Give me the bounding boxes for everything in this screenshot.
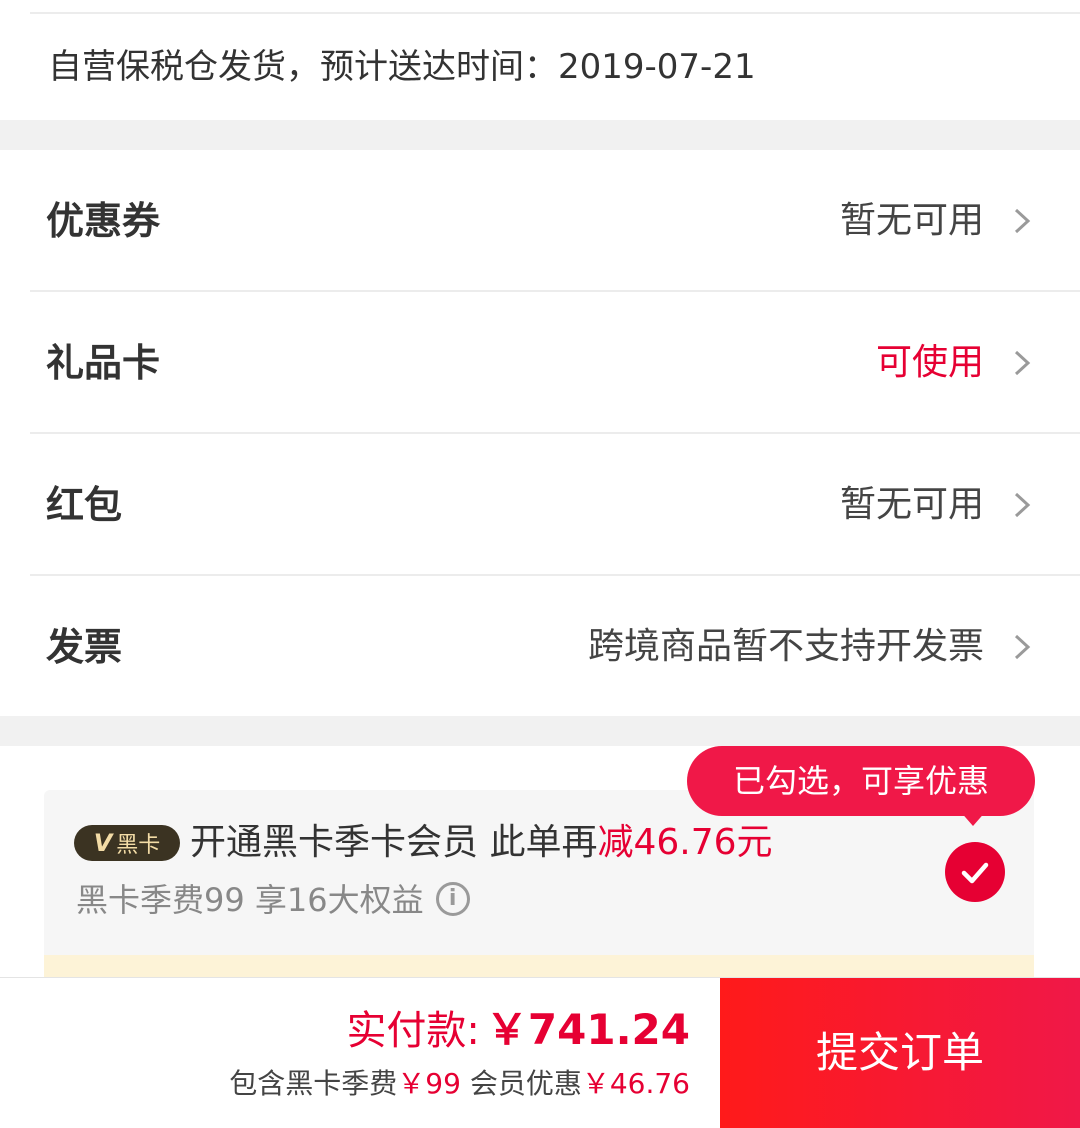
coupon-row[interactable]: 优惠券 暂无可用 xyxy=(0,150,1080,292)
total-payment: 实付款: ￥741.24 xyxy=(346,1002,690,1067)
chevron-right-icon xyxy=(1014,634,1031,660)
check-icon xyxy=(961,862,989,884)
shipping-info: 自营保税仓发货，预计送达时间：2019-07-21 xyxy=(48,47,756,87)
info-icon[interactable]: i xyxy=(435,882,470,916)
submit-order-button[interactable]: 提交订单 xyxy=(720,978,1080,1128)
gift-card-value: 可使用 xyxy=(875,342,984,383)
chevron-right-icon xyxy=(1014,350,1031,376)
chevron-right-icon xyxy=(1014,492,1031,518)
detail-fee: ￥99 xyxy=(397,1067,461,1100)
black-card-badge: V 黑卡 xyxy=(74,825,180,861)
pay-label: 实付款: xyxy=(346,1008,480,1054)
checkout-bar: 实付款: ￥741.24 包含黑卡季费￥99 会员优惠￥46.76 提交订单 xyxy=(0,977,1080,1128)
detail-middle: 会员优惠 xyxy=(460,1067,582,1100)
checkbox-checked[interactable] xyxy=(945,842,1005,902)
v-icon: V xyxy=(93,829,113,857)
badge-label: 黑卡 xyxy=(116,833,161,858)
chevron-right-icon xyxy=(1014,208,1031,234)
offer-discount: 减46.76元 xyxy=(597,822,773,863)
tooltip-tail xyxy=(959,810,987,826)
payment-detail: 包含黑卡季费￥99 会员优惠￥46.76 xyxy=(229,1064,690,1104)
selected-tooltip: 已勾选，可享优惠 xyxy=(687,746,1035,826)
offer-subtitle-text: 黑卡季费99 享16大权益 xyxy=(76,881,424,919)
black-card-offer[interactable]: V 黑卡 开通黑卡季卡会员 此单再减46.76元 黑卡季费99 享16大权益 i xyxy=(44,790,1034,990)
detail-prefix: 包含黑卡季费 xyxy=(229,1067,398,1100)
offer-title: 开通黑卡季卡会员 此单再减46.76元 xyxy=(190,820,773,866)
divider xyxy=(30,12,1080,14)
tooltip-text: 已勾选，可享优惠 xyxy=(732,762,989,800)
offer-subtitle: 黑卡季费99 享16大权益 i xyxy=(76,878,470,922)
red-packet-value: 暂无可用 xyxy=(839,484,984,525)
red-packet-label: 红包 xyxy=(46,483,123,527)
coupon-value: 暂无可用 xyxy=(839,200,984,241)
coupon-label: 优惠券 xyxy=(46,199,161,243)
detail-discount: ￥46.76 xyxy=(581,1067,690,1100)
invoice-label: 发票 xyxy=(46,625,123,669)
shipping-section: 自营保税仓发货，预计送达时间：2019-07-21 xyxy=(0,0,1080,120)
pay-amount: ￥741.24 xyxy=(485,1005,690,1054)
red-packet-row[interactable]: 红包 暂无可用 xyxy=(0,434,1080,576)
offer-title-main: 开通黑卡季卡会员 此单再 xyxy=(190,822,598,863)
order-options-list: 优惠券 暂无可用 礼品卡 可使用 红包 暂无可用 发票 跨境商品暂不支持开发票 xyxy=(0,150,1080,716)
invoice-value: 跨境商品暂不支持开发票 xyxy=(587,626,984,667)
gift-card-label: 礼品卡 xyxy=(46,341,161,385)
gift-card-row[interactable]: 礼品卡 可使用 xyxy=(0,292,1080,434)
invoice-row[interactable]: 发票 跨境商品暂不支持开发票 xyxy=(0,576,1080,718)
